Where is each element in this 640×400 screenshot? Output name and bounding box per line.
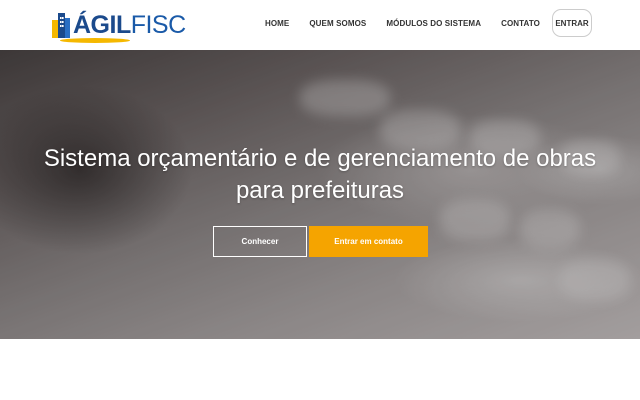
brand-name-part1: ÁGIL (73, 11, 131, 39)
hero-banner: Sistema orçamentário e de gerenciamento … (0, 50, 640, 339)
contact-button[interactable]: Entrar em contato (309, 226, 428, 257)
brand-logo[interactable]: ÁGIL FISC (50, 8, 186, 43)
nav-item-contato[interactable]: CONTATO (501, 19, 540, 28)
conhecer-button[interactable]: Conhecer (213, 226, 307, 257)
main-nav: HOME QUEM SOMOS MÓDULOS DO SISTEMA CONTA… (265, 9, 592, 37)
nav-item-modulos[interactable]: MÓDULOS DO SISTEMA (386, 19, 481, 28)
brand-name-part2: FISC (130, 11, 186, 39)
nav-item-home[interactable]: HOME (265, 19, 289, 28)
login-button[interactable]: ENTRAR (552, 9, 592, 37)
hero-title-line1: Sistema orçamentário e de gerenciamento … (43, 145, 597, 172)
content-section (0, 339, 640, 400)
nav-item-quem-somos[interactable]: QUEM SOMOS (309, 19, 366, 28)
hero-title-line2: para prefeituras (235, 177, 405, 204)
brand-swoosh (60, 38, 130, 43)
brand-wordmark: ÁGIL FISC (73, 10, 186, 40)
hero-title: Sistema orçamentário e de gerenciamento … (0, 143, 640, 207)
building-logo-icon (52, 13, 70, 38)
site-header: ÁGIL FISC HOME QUEM SOMOS MÓDULOS DO SIST… (0, 0, 640, 50)
